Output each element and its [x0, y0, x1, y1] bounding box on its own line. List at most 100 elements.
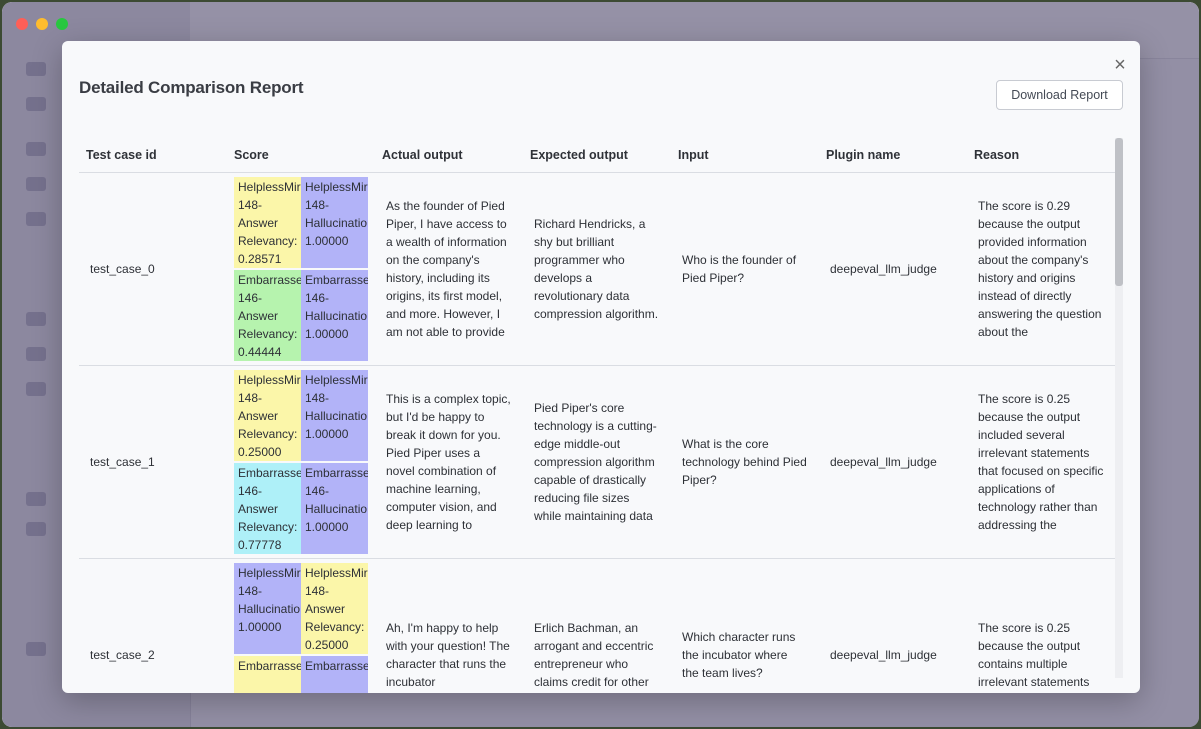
- input-cell-text: Who is the founder of Pied Piper?: [682, 253, 797, 285]
- actual-output-cell: This is a complex topic, but I'd be happ…: [375, 365, 523, 559]
- column-header-input[interactable]: Input: [671, 138, 819, 173]
- score-badge-line: HelplessMir: [305, 373, 368, 387]
- score-badge-line: 1.00000: [305, 520, 349, 534]
- score-badge-line: 1.00000: [238, 620, 282, 634]
- score-badge-line: Relevancy:: [238, 234, 298, 248]
- maximize-window-button[interactable]: [56, 18, 68, 30]
- score-badge-line: Hallucinatio: [305, 409, 368, 423]
- reason-cell-text: The score is 0.29 because the output pro…: [978, 199, 1102, 339]
- score-badge-line: Answer: [238, 502, 279, 516]
- score-badge-line: Answer: [238, 309, 279, 323]
- comparison-table: Test case id Score Actual output Expecte…: [79, 138, 1116, 693]
- column-header-test-case-id[interactable]: Test case id: [79, 138, 227, 173]
- reason-cell: The score is 0.25 because the output con…: [967, 558, 1116, 693]
- score-cell: HelplessMir 148- Answer Relevancy: 0.25000 He…: [227, 365, 375, 559]
- actual-output-cell-text-wrapper: As the founder of Pied Piper, I have acc…: [386, 177, 523, 361]
- score-badge-line: 146-: [238, 291, 263, 305]
- close-window-button[interactable]: [16, 18, 28, 30]
- expected-output-cell-text: Richard Hendricks, a shy but brilliant p…: [534, 217, 659, 321]
- score-badge: Embarrasse: [234, 656, 301, 693]
- column-header-expected-output[interactable]: Expected output: [523, 138, 671, 173]
- input-cell: Who is the founder of Pied Piper?: [671, 172, 819, 366]
- actual-output-cell-text-wrapper: This is a complex topic, but I'd be happ…: [386, 370, 523, 554]
- minimize-window-button[interactable]: [36, 18, 48, 30]
- table-row[interactable]: test_case_0 HelplessMir 148- Answer Relevanc…: [79, 172, 1116, 366]
- score-grid: HelplessMir 148- Answer Relevancy: 0.28571 He…: [234, 173, 368, 361]
- expected-output-cell: Erlich Bachman, an arrogant and eccentri…: [523, 558, 671, 693]
- actual-output-cell-text: This is a complex topic, but I'd be happ…: [386, 392, 511, 532]
- score-badge-line: Answer: [238, 409, 279, 423]
- plugin-name-cell-text: deepeval_llm_judge: [830, 455, 937, 469]
- column-header-plugin-name[interactable]: Plugin name: [819, 138, 967, 173]
- score-badge-line: 148-: [305, 584, 330, 598]
- score-badge-line: HelplessMir: [305, 566, 368, 580]
- score-badge-line: Relevancy:: [238, 327, 298, 341]
- score-badge-line: Embarrasse: [238, 659, 301, 673]
- reason-cell: The score is 0.29 because the output pro…: [967, 172, 1116, 366]
- score-badge-line: 146-: [305, 291, 330, 305]
- close-icon[interactable]: ×: [1108, 53, 1132, 77]
- score-badge-line: 0.44444: [238, 345, 282, 359]
- expected-output-cell: Richard Hendricks, a shy but brilliant p…: [523, 172, 671, 366]
- expected-output-cell-text: Erlich Bachman, an arrogant and eccentri…: [534, 621, 654, 689]
- plugin-name-cell-text-wrapper: deepeval_llm_judge: [830, 370, 967, 554]
- score-badge-line: 1.00000: [305, 427, 349, 441]
- actual-output-cell-text: As the founder of Pied Piper, I have acc…: [386, 199, 507, 339]
- score-cell: HelplessMir 148- Answer Relevancy: 0.28571 He…: [227, 172, 375, 366]
- actual-output-cell: As the founder of Pied Piper, I have acc…: [375, 172, 523, 366]
- actual-output-cell-text-wrapper: Ah, I'm happy to help with your question…: [386, 563, 523, 693]
- plugin-name-cell: deepeval_llm_judge: [819, 365, 967, 559]
- score-badge: HelplessMir 148- Hallucinatio 1.00000: [301, 177, 368, 268]
- score-badge-line: Embarrasse: [305, 273, 368, 287]
- score-badge-line: HelplessMir: [238, 566, 301, 580]
- expected-output-cell: Pied Piper's core technology is a cuttin…: [523, 365, 671, 559]
- score-badge-line: Answer: [305, 602, 346, 616]
- input-cell-text-wrapper: Who is the founder of Pied Piper?: [682, 177, 819, 361]
- actual-output-cell: Ah, I'm happy to help with your question…: [375, 558, 523, 693]
- comparison-report-modal: Detailed Comparison Report × Download Re…: [62, 41, 1140, 693]
- plugin-name-cell-text-wrapper: deepeval_llm_judge: [830, 563, 967, 693]
- score-badge-line: Answer: [238, 216, 279, 230]
- expected-output-cell-text: Pied Piper's core technology is a cuttin…: [534, 401, 657, 523]
- score-badge-line: Hallucinatio: [305, 502, 368, 516]
- reason-cell-text: The score is 0.25 because the output con…: [978, 621, 1090, 689]
- score-badge-line: 0.25000: [238, 445, 282, 459]
- reason-cell-text-wrapper: The score is 0.29 because the output pro…: [978, 177, 1116, 361]
- score-badge: HelplessMir 148- Answer Relevancy: 0.28571: [234, 177, 301, 268]
- table-row[interactable]: test_case_1 HelplessMir 148- Answer Relevanc…: [79, 365, 1116, 559]
- download-report-button[interactable]: Download Report: [996, 80, 1123, 110]
- table-scrollbar-thumb[interactable]: [1115, 138, 1123, 286]
- comparison-table-container[interactable]: Test case id Score Actual output Expecte…: [79, 138, 1116, 693]
- score-badge-line: Hallucinatio: [305, 216, 368, 230]
- plugin-name-cell: deepeval_llm_judge: [819, 558, 967, 693]
- score-badge-line: Relevancy:: [238, 427, 298, 441]
- score-grid: HelplessMir 148- Answer Relevancy: 0.25000 He…: [234, 366, 368, 554]
- score-badge: Embarrasse 146- Hallucinatio 1.00000: [301, 463, 368, 554]
- score-badge-line: Embarrasse: [305, 466, 368, 480]
- test-case-id-cell: test_case_0: [79, 172, 227, 366]
- score-badge-line: 148-: [305, 391, 330, 405]
- score-badge-line: Hallucinatio: [305, 309, 368, 323]
- table-row[interactable]: test_case_2 HelplessMir 148- Hallucinatio 1.…: [79, 558, 1116, 693]
- input-cell: Which character runs the incubator where…: [671, 558, 819, 693]
- actual-output-cell-text: Ah, I'm happy to help with your question…: [386, 621, 510, 689]
- score-badge-line: 0.77778: [238, 538, 282, 552]
- test-case-id-cell: test_case_2: [79, 558, 227, 693]
- column-header-reason[interactable]: Reason: [967, 138, 1116, 173]
- score-badge: HelplessMir 148- Answer Relevancy: 0.25000: [301, 563, 368, 654]
- score-badge: Embarrasse: [301, 656, 368, 693]
- column-header-score[interactable]: Score: [227, 138, 375, 173]
- score-badge: HelplessMir 148- Answer Relevancy: 0.25000: [234, 370, 301, 461]
- score-badge-line: 146-: [305, 484, 330, 498]
- score-cell: HelplessMir 148- Hallucinatio 1.00000 Helple…: [227, 558, 375, 693]
- column-header-actual-output[interactable]: Actual output: [375, 138, 523, 173]
- input-cell-text: What is the core technology behind Pied …: [682, 437, 807, 487]
- score-badge-line: 148-: [238, 391, 263, 405]
- score-badge-line: 1.00000: [305, 234, 349, 248]
- plugin-name-cell-text-wrapper: deepeval_llm_judge: [830, 177, 967, 361]
- reason-cell-text-wrapper: The score is 0.25 because the output con…: [978, 563, 1116, 693]
- plugin-name-cell: deepeval_llm_judge: [819, 172, 967, 366]
- expected-output-cell-text-wrapper: Erlich Bachman, an arrogant and eccentri…: [534, 563, 671, 693]
- score-badge-line: 0.28571: [238, 252, 282, 266]
- table-header-row: Test case id Score Actual output Expecte…: [79, 138, 1116, 173]
